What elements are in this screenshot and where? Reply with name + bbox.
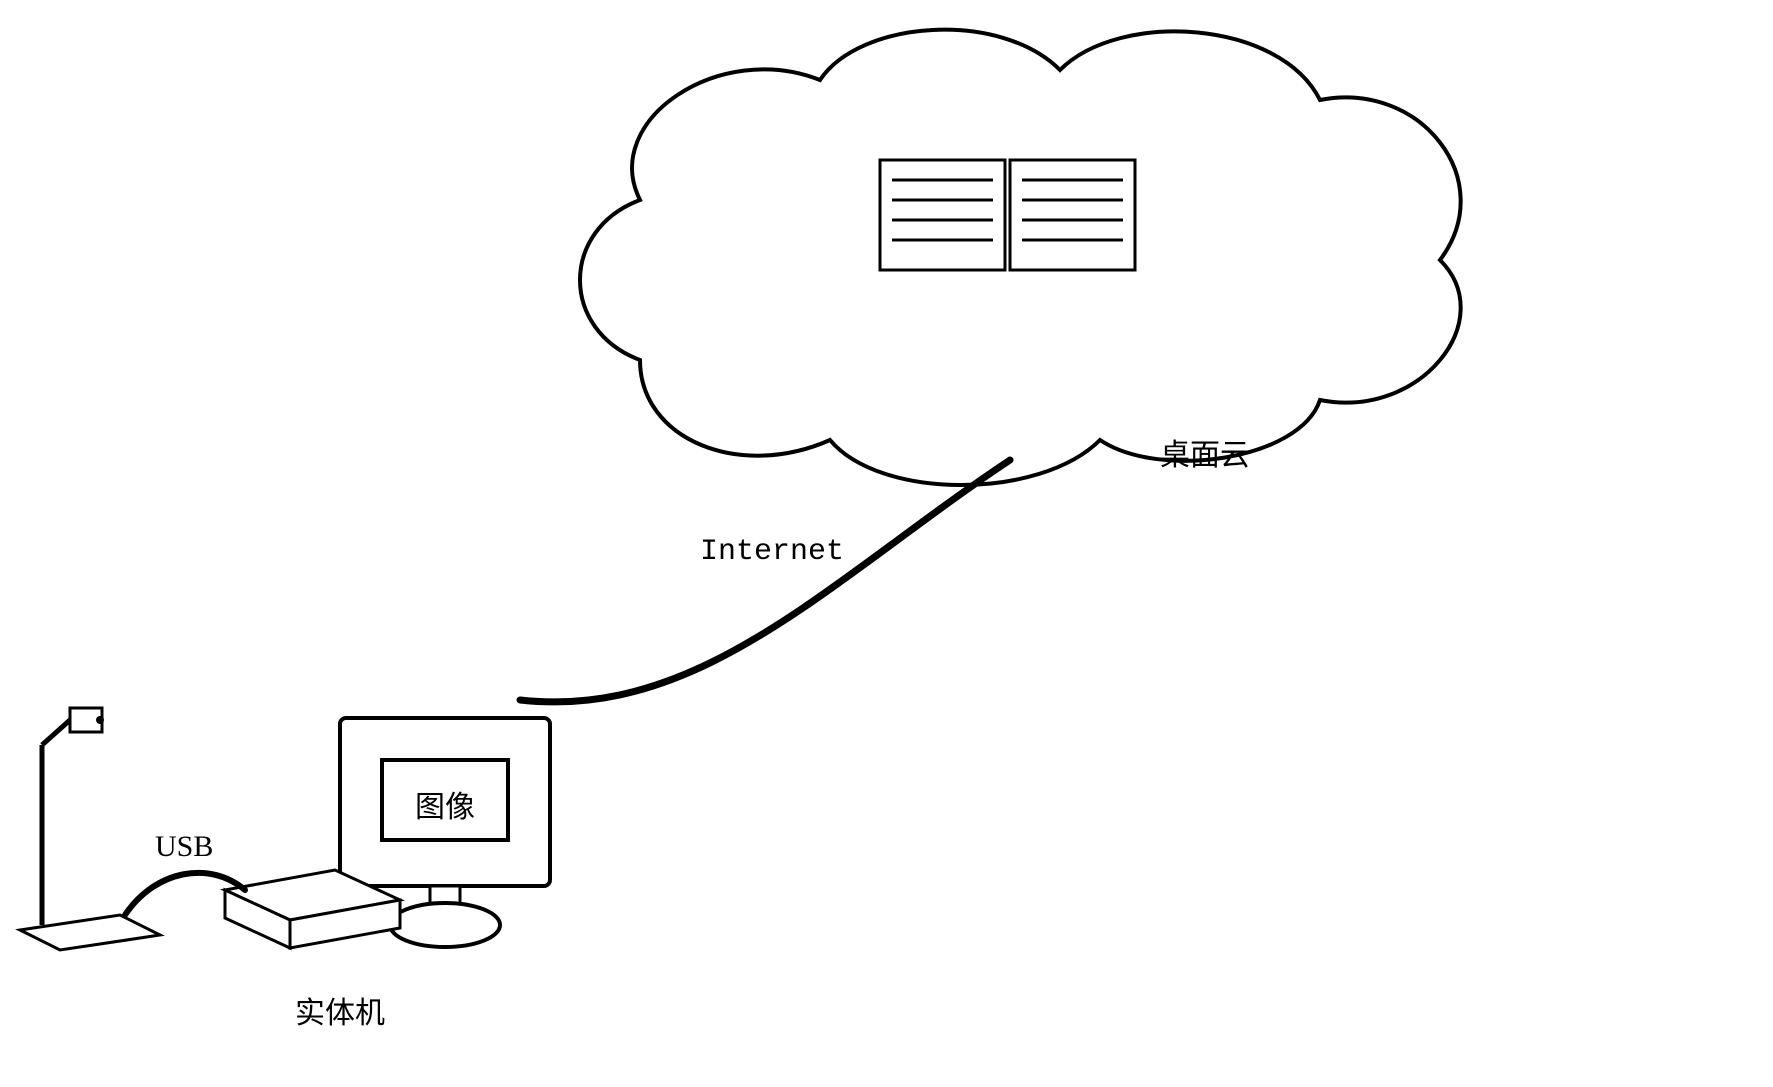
usb-link — [125, 873, 245, 915]
usb-link-svg — [0, 0, 1773, 1087]
diagram-canvas: 桌面云 Internet USB 实体机 图像 — [0, 0, 1773, 1087]
usb-label: USB — [155, 830, 213, 864]
physical-machine-label: 实体机 — [295, 988, 385, 1032]
cloud-label: 桌面云 — [1160, 430, 1250, 474]
image-box-label: 图像 — [415, 782, 475, 826]
internet-label: Internet — [700, 535, 844, 569]
